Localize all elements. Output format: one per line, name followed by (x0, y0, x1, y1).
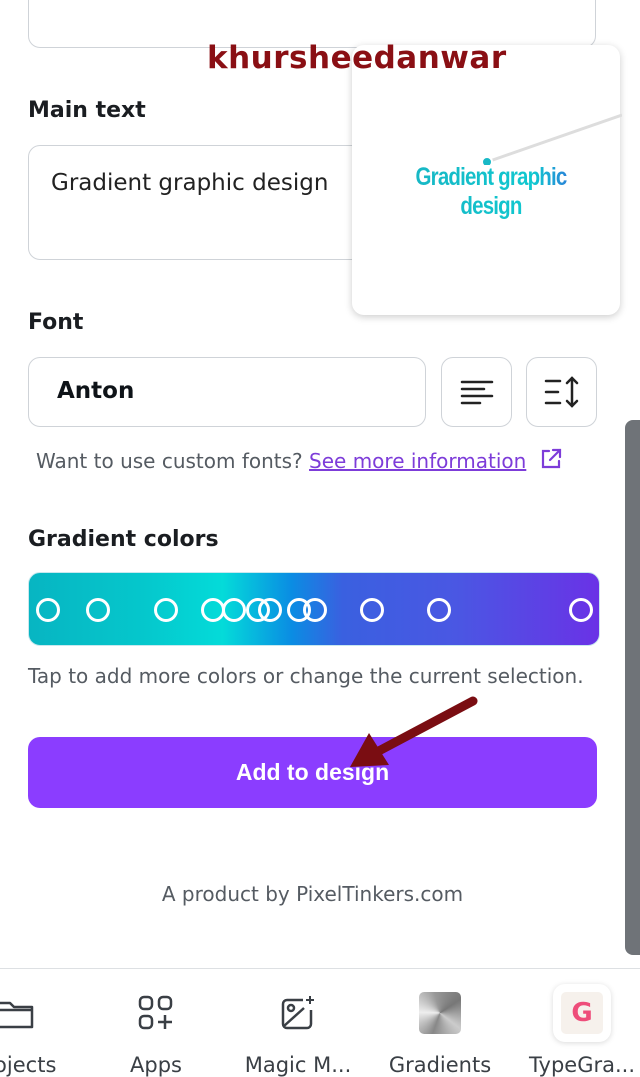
connector-line (482, 113, 622, 165)
watermark: khursheedanwar (207, 40, 507, 76)
custom-fonts-hint: Want to use custom fonts? See more infor… (36, 447, 563, 473)
gradient-stop-handle[interactable] (222, 598, 246, 622)
preview-tooltip: Gradient graphic design (352, 45, 622, 315)
font-select[interactable]: Anton (28, 357, 426, 427)
scrollbar[interactable] (625, 420, 640, 955)
gradient-stop-handle[interactable] (569, 598, 593, 622)
add-to-design-button[interactable]: Add to design (28, 737, 597, 808)
gradient-colors-label: Gradient colors (28, 527, 219, 552)
align-left-icon (460, 380, 493, 405)
gradient-stop-handle[interactable] (360, 598, 384, 622)
text-align-button[interactable] (441, 357, 512, 427)
gradient-stop-handle[interactable] (86, 598, 110, 622)
preview-text: Gradient graphic design (385, 163, 597, 221)
footer-credit: A product by PixelTinkers.com (161, 882, 464, 906)
custom-fonts-text: Want to use custom fonts? (36, 449, 303, 473)
arrow-annotation (350, 696, 478, 767)
bottom-nav: Projects Apps Magic M... Gradients G Typ… (0, 968, 640, 1077)
gradient-bar[interactable] (28, 572, 600, 646)
see-more-link[interactable]: See more information (309, 449, 526, 473)
gradient-stop-handle[interactable] (36, 598, 60, 622)
typegradient-icon: G (553, 984, 611, 1042)
gradient-stop-handle[interactable] (154, 598, 178, 622)
main-text-label: Main text (28, 98, 146, 123)
gradient-hint: Tap to add more colors or change the cur… (28, 664, 584, 688)
gradients-icon (418, 991, 462, 1035)
gradient-stop-handle[interactable] (258, 598, 282, 622)
gradient-stop-handle[interactable] (427, 598, 451, 622)
apps-icon (134, 991, 178, 1035)
gradient-stop-handle[interactable] (303, 598, 327, 622)
font-label: Font (28, 310, 84, 335)
line-spacing-icon (544, 376, 578, 408)
magic-media-icon (276, 991, 320, 1035)
external-link-icon[interactable] (539, 447, 563, 471)
line-spacing-button[interactable] (526, 357, 597, 427)
folder-icon (0, 991, 37, 1035)
